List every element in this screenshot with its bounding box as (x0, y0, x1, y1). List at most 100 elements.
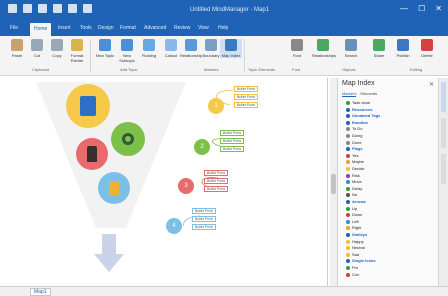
subtopic[interactable]: Bullet Point (220, 146, 244, 152)
task-pane-side-tab[interactable] (441, 118, 446, 148)
paste-button[interactable]: Paste (6, 39, 28, 58)
copy-button[interactable]: Copy (46, 39, 68, 58)
marker-item[interactable]: No (346, 192, 357, 197)
floating-button[interactable]: Floating (138, 39, 160, 58)
marker-label: Pro (352, 265, 359, 270)
new-subtopic-button[interactable]: New Subtopic (116, 39, 138, 63)
redo-icon[interactable] (83, 4, 92, 13)
marker-icon (346, 120, 350, 125)
font-button[interactable]: Font (286, 39, 308, 58)
library-side-tab[interactable] (441, 154, 446, 184)
sheet-tab[interactable]: Map1 (30, 288, 51, 296)
subtopic[interactable]: Bullet Point (204, 186, 228, 192)
format-painter-button[interactable]: Format Painter (66, 39, 88, 63)
marker-item[interactable]: Left (346, 219, 359, 224)
tab-home[interactable]: Home (30, 23, 52, 36)
group-label: Objects (342, 67, 356, 72)
map-index-button[interactable]: Map Index (220, 39, 242, 58)
subtopic[interactable]: Bullet Point (192, 224, 216, 230)
marker-item[interactable]: Pro (346, 265, 358, 270)
marker-item[interactable]: Risk (346, 173, 360, 178)
share-button[interactable]: Share (368, 39, 390, 58)
marker-item[interactable]: Decide (346, 166, 364, 171)
vertical-scrollbar[interactable] (330, 78, 337, 286)
subtopic[interactable]: Bullet Point (204, 178, 228, 184)
tab-design[interactable]: Design (98, 25, 114, 31)
save-icon[interactable] (23, 4, 32, 13)
map-index-side-tab[interactable] (441, 82, 446, 112)
tab-view[interactable]: View (198, 25, 209, 31)
print-icon[interactable] (53, 4, 62, 13)
tab-file[interactable]: File (10, 25, 18, 31)
tab-insert[interactable]: Insert (58, 25, 71, 31)
tab-tools[interactable]: Tools (80, 25, 92, 31)
marker-item[interactable]: Yes (346, 153, 359, 158)
search-button[interactable]: Search (340, 39, 362, 58)
new-topic-button[interactable]: New Topic (94, 39, 116, 58)
marker-item[interactable]: Maybe (346, 159, 364, 164)
marker-group-header[interactable]: Resources (346, 107, 372, 112)
marker-group-header[interactable]: Arrows (346, 199, 366, 204)
topic-4[interactable]: 4 (166, 218, 182, 234)
topic-3[interactable]: 3 (178, 178, 194, 194)
close-icon[interactable]: ✕ (435, 4, 442, 13)
subtopic[interactable]: Bullet Point (234, 94, 258, 100)
subtopic[interactable]: Bullet Point (192, 208, 216, 214)
marker-item[interactable]: Right (346, 225, 361, 230)
open-icon[interactable] (38, 4, 47, 13)
marker-item[interactable]: Con (346, 272, 359, 277)
map-canvas[interactable]: 1 Bullet Point Bullet Point Bullet Point… (6, 78, 328, 286)
marker-item[interactable]: Done (346, 140, 362, 145)
maximize-icon[interactable]: ☐ (418, 4, 425, 13)
document-node[interactable] (98, 172, 130, 204)
subtopic[interactable]: Bullet Point (192, 216, 216, 222)
app-icon[interactable] (8, 4, 17, 13)
tab-format[interactable]: Format (120, 25, 136, 31)
tab-elements[interactable]: Elements (360, 91, 377, 97)
delete-button[interactable]: Delete (416, 39, 438, 58)
subtopic[interactable]: Bullet Point (234, 102, 258, 108)
marker-icon (346, 246, 350, 251)
relationship-button[interactable]: Relationship (180, 39, 202, 58)
topic-2[interactable]: 2 (194, 139, 210, 155)
tab-markers[interactable]: Markers (342, 91, 357, 97)
marker-icon (346, 133, 350, 138)
subtopic[interactable]: Bullet Point (204, 170, 228, 176)
callout-button[interactable]: Callout (160, 39, 182, 58)
marker-group-header[interactable]: Unnamed Tags (346, 113, 380, 118)
relationships-button[interactable]: Relationships (312, 39, 336, 58)
marker-icon (346, 265, 350, 270)
tab-help[interactable]: Help (218, 25, 228, 31)
marker-label: Resources (352, 106, 373, 112)
marker-group-header[interactable]: Emotion (346, 120, 368, 125)
marker-group-header[interactable]: Flags (346, 146, 362, 151)
minimize-icon[interactable]: — (400, 4, 408, 13)
marker-item[interactable]: To Do (346, 126, 362, 131)
tab-review[interactable]: Review (174, 25, 190, 31)
gear-node[interactable] (111, 122, 145, 156)
marker-item[interactable]: Sad (346, 252, 359, 257)
marker-item[interactable]: Up (346, 206, 357, 211)
marker-group-header[interactable]: Smileys (346, 232, 367, 237)
undo-icon[interactable] (68, 4, 77, 13)
marker-item[interactable]: Down (346, 212, 362, 217)
topic-1[interactable]: 1 (208, 98, 224, 114)
marker-item[interactable]: Task done (346, 100, 370, 105)
boundary-button[interactable]: Boundary (200, 39, 222, 58)
chess-node[interactable] (76, 138, 108, 170)
marker-item[interactable]: Neutral (346, 245, 365, 250)
panel-close-icon[interactable]: ✕ (429, 81, 434, 88)
marker-item[interactable]: Doing (346, 133, 362, 138)
marker-item[interactable]: Move (346, 179, 362, 184)
book-node[interactable] (66, 84, 110, 128)
marker-group-header[interactable]: Single Icons (346, 258, 376, 263)
tab-advanced[interactable]: Advanced (144, 25, 166, 31)
marker-item[interactable]: Delay (346, 186, 362, 191)
marker-item[interactable]: Happy (346, 239, 364, 244)
subtopic[interactable]: Bullet Point (234, 86, 258, 92)
publish-button[interactable]: Publish (392, 39, 414, 58)
subtopic[interactable]: Bullet Point (220, 138, 244, 144)
subtopic[interactable]: Bullet Point (220, 130, 244, 136)
scroll-thumb[interactable] (331, 174, 336, 194)
cut-button[interactable]: Cut (26, 39, 48, 58)
